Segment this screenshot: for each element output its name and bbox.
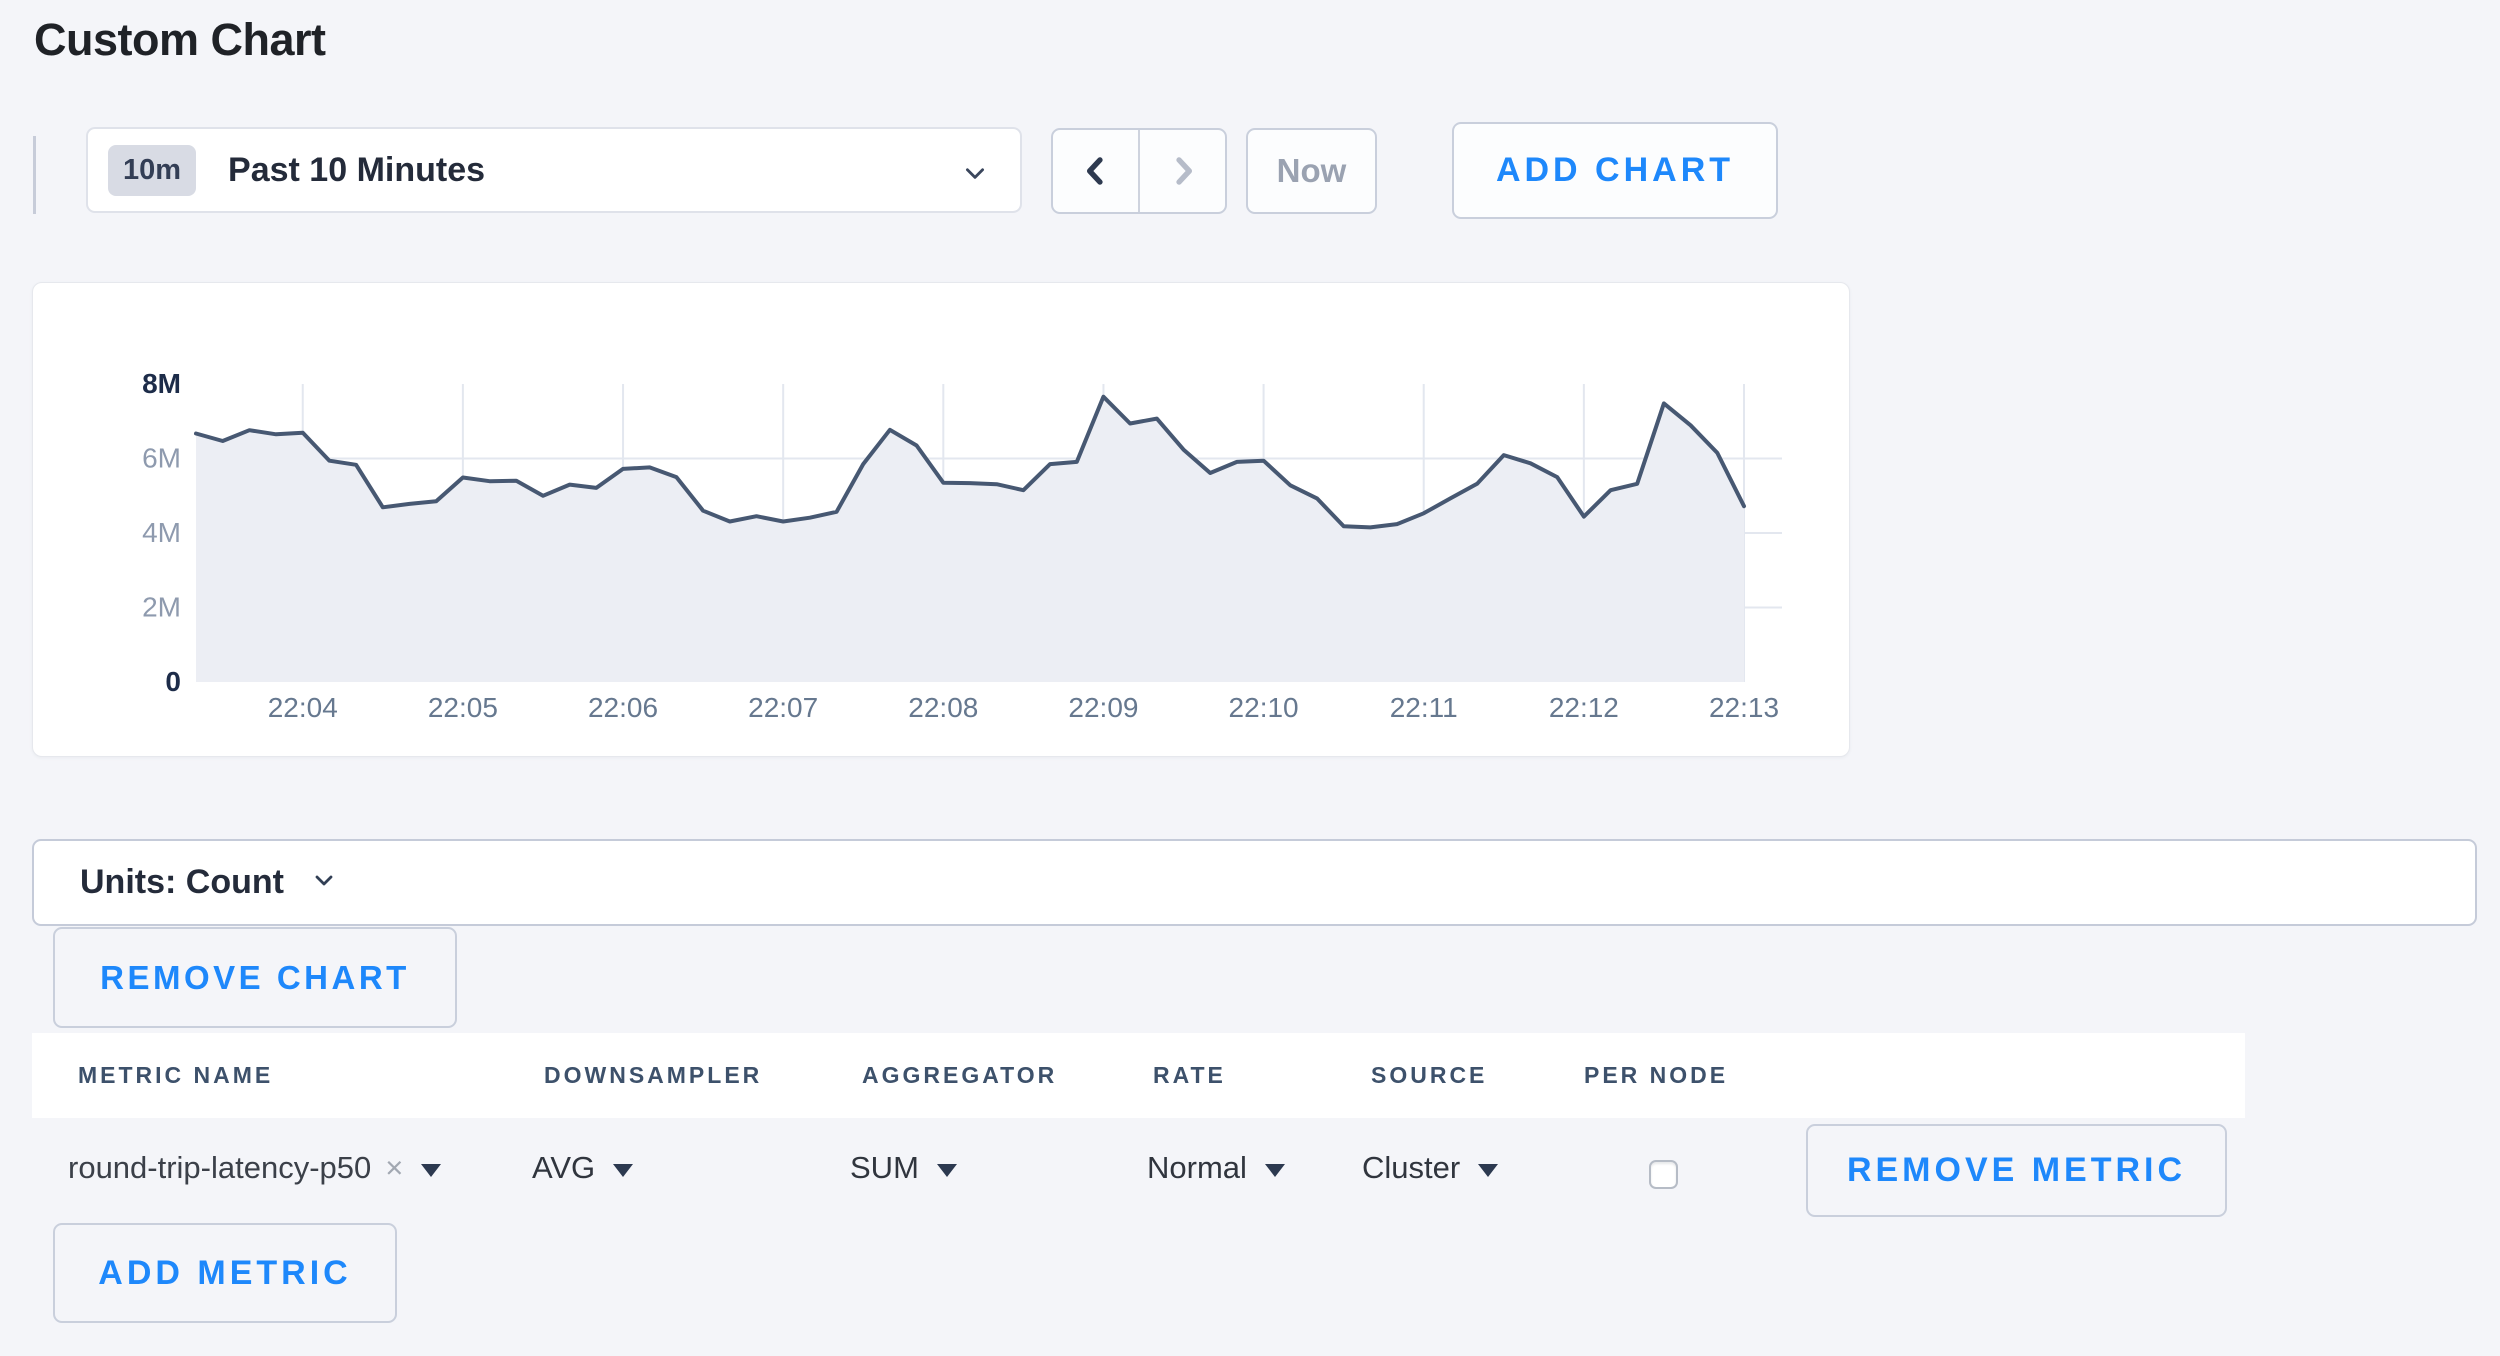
svg-text:6M: 6M <box>142 443 181 474</box>
now-button-label: Now <box>1277 152 1347 190</box>
source-select[interactable]: Cluster <box>1362 1118 1498 1218</box>
prev-time-button[interactable] <box>1053 130 1140 212</box>
metrics-table-header: METRIC NAME DOWNSAMPLER AGGREGATOR RATE … <box>32 1033 2245 1118</box>
remove-metric-label: REMOVE METRIC <box>1847 1151 2186 1190</box>
custom-chart-page: Custom Chart 10m Past 10 Minutes Now ADD… <box>0 0 2500 1356</box>
toolbar-accent-divider <box>33 136 36 214</box>
chevron-left-icon <box>1077 152 1115 190</box>
column-header-downsampler: DOWNSAMPLER <box>544 1033 762 1118</box>
caret-down-icon <box>421 1164 441 1177</box>
add-chart-label: ADD CHART <box>1496 151 1734 190</box>
time-range-dropdown[interactable]: 10m Past 10 Minutes <box>86 127 1022 213</box>
svg-text:22:08: 22:08 <box>908 692 978 723</box>
metric-chart-card[interactable]: 22:04 22:05 22:06 22:07 22:08 22:09 22:10 22:11… <box>32 282 1850 757</box>
svg-text:22:13: 22:13 <box>1709 692 1779 723</box>
add-metric-label: ADD METRIC <box>98 1254 351 1293</box>
now-button[interactable]: Now <box>1246 128 1377 214</box>
svg-text:22:11: 22:11 <box>1390 692 1458 723</box>
aggregator-value: SUM <box>850 1150 919 1186</box>
svg-text:22:04: 22:04 <box>268 692 338 723</box>
column-header-aggregator: AGGREGATOR <box>862 1033 1057 1118</box>
remove-chart-button[interactable]: REMOVE CHART <box>53 927 457 1028</box>
svg-text:4M: 4M <box>142 517 181 548</box>
metric-name-value: round-trip-latency-p50 <box>68 1150 371 1186</box>
time-range-badge: 10m <box>108 145 196 196</box>
add-chart-button[interactable]: ADD CHART <box>1452 122 1778 219</box>
add-metric-button[interactable]: ADD METRIC <box>53 1223 397 1323</box>
rate-select[interactable]: Normal <box>1147 1118 1285 1218</box>
caret-down-icon <box>1478 1164 1498 1177</box>
downsampler-value: AVG <box>532 1150 595 1186</box>
units-dropdown-label: Units: Count <box>80 863 284 902</box>
column-header-rate: RATE <box>1153 1033 1226 1118</box>
column-header-source: SOURCE <box>1371 1033 1487 1118</box>
remove-tag-x-icon[interactable]: × <box>385 1150 403 1186</box>
chevron-down-icon <box>962 160 988 186</box>
metric-name-select[interactable]: round-trip-latency-p50 × <box>68 1118 441 1218</box>
remove-chart-label: REMOVE CHART <box>100 959 410 997</box>
rate-value: Normal <box>1147 1150 1247 1186</box>
svg-text:22:10: 22:10 <box>1229 692 1299 723</box>
svg-text:22:07: 22:07 <box>748 692 818 723</box>
column-header-per-node: PER NODE <box>1584 1033 1728 1118</box>
svg-text:8M: 8M <box>142 368 181 399</box>
source-value: Cluster <box>1362 1150 1460 1186</box>
page-title: Custom Chart <box>34 14 326 66</box>
next-time-button[interactable] <box>1140 130 1225 212</box>
remove-metric-button[interactable]: REMOVE METRIC <box>1806 1124 2227 1217</box>
svg-text:22:09: 22:09 <box>1068 692 1138 723</box>
column-header-metric-name: METRIC NAME <box>78 1033 273 1118</box>
svg-text:22:12: 22:12 <box>1549 692 1619 723</box>
caret-down-icon <box>1265 1164 1285 1177</box>
svg-text:22:06: 22:06 <box>588 692 658 723</box>
chevron-down-icon <box>312 868 336 892</box>
caret-down-icon <box>613 1164 633 1177</box>
aggregator-select[interactable]: SUM <box>850 1118 957 1218</box>
svg-text:0: 0 <box>165 666 181 697</box>
downsampler-select[interactable]: AVG <box>532 1118 633 1218</box>
caret-down-icon <box>937 1164 957 1177</box>
timeseries-area-chart: 22:04 22:05 22:06 22:07 22:08 22:09 22:10 22:11… <box>33 283 1849 756</box>
chevron-right-icon <box>1164 152 1202 190</box>
units-dropdown[interactable]: Units: Count <box>32 839 2477 926</box>
per-node-checkbox[interactable] <box>1649 1160 1678 1189</box>
time-step-button-group <box>1051 128 1227 214</box>
svg-text:2M: 2M <box>142 592 181 623</box>
svg-text:22:05: 22:05 <box>428 692 498 723</box>
time-range-label: Past 10 Minutes <box>228 151 485 190</box>
